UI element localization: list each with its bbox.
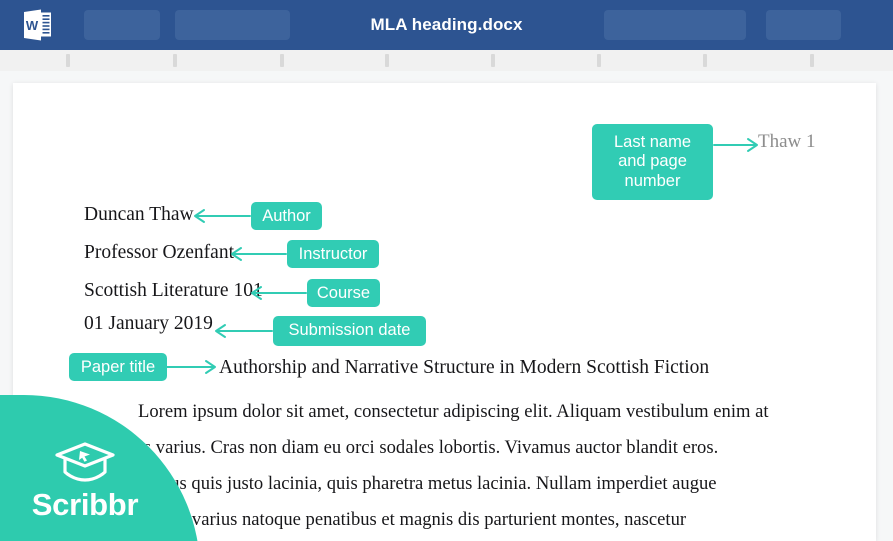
scribbr-logo: Scribbr	[0, 440, 170, 520]
ruler-tick	[810, 54, 814, 67]
arrow-course	[251, 286, 307, 300]
ruler-tick	[597, 54, 601, 67]
annotation-last-name-and-page: Last name and page number	[592, 124, 713, 200]
arrow-author	[194, 209, 251, 223]
ruler-tick	[385, 54, 389, 67]
heading-line-instructor: Professor Ozenfant	[84, 242, 234, 263]
ruler-tick	[280, 54, 284, 67]
ruler-tick	[703, 54, 707, 67]
body-line: Lorem ipsum dolor sit amet, consectetur …	[138, 401, 769, 422]
arrow-submission-date	[215, 324, 273, 338]
heading-line-author: Duncan Thaw	[84, 204, 194, 225]
ruler-tick	[491, 54, 495, 67]
annotation-course: Course	[307, 279, 380, 307]
annotation-paper-title: Paper title	[69, 353, 167, 381]
annotation-submission-date: Submission date	[273, 316, 426, 346]
scribbr-wordmark: Scribbr	[31, 487, 139, 522]
arrow-last-name-to-header	[713, 138, 758, 152]
title-bar: W MLA heading.docx	[0, 0, 893, 50]
ruler[interactable]	[0, 50, 893, 72]
body-line: convallis varius. Cras non diam eu orci …	[84, 437, 719, 458]
annotation-instructor: Instructor	[287, 240, 379, 268]
heading-line-date: 01 January 2019	[84, 313, 213, 334]
document-paper-title: Authorship and Narrative Structure in Mo…	[219, 357, 710, 378]
app-window: W MLA heading.docx Thaw 1 Duncan Thaw Pr…	[0, 0, 893, 541]
heading-line-course: Scottish Literature 101	[84, 280, 263, 301]
arrow-paper-title	[166, 360, 216, 374]
ruler-tick	[173, 54, 177, 67]
graduation-cap-icon	[55, 442, 115, 482]
ruler-tick	[66, 54, 70, 67]
running-head-page-number: Thaw 1	[758, 131, 816, 152]
arrow-instructor	[231, 247, 287, 261]
annotation-author: Author	[251, 202, 322, 230]
document-title: MLA heading.docx	[370, 15, 523, 34]
